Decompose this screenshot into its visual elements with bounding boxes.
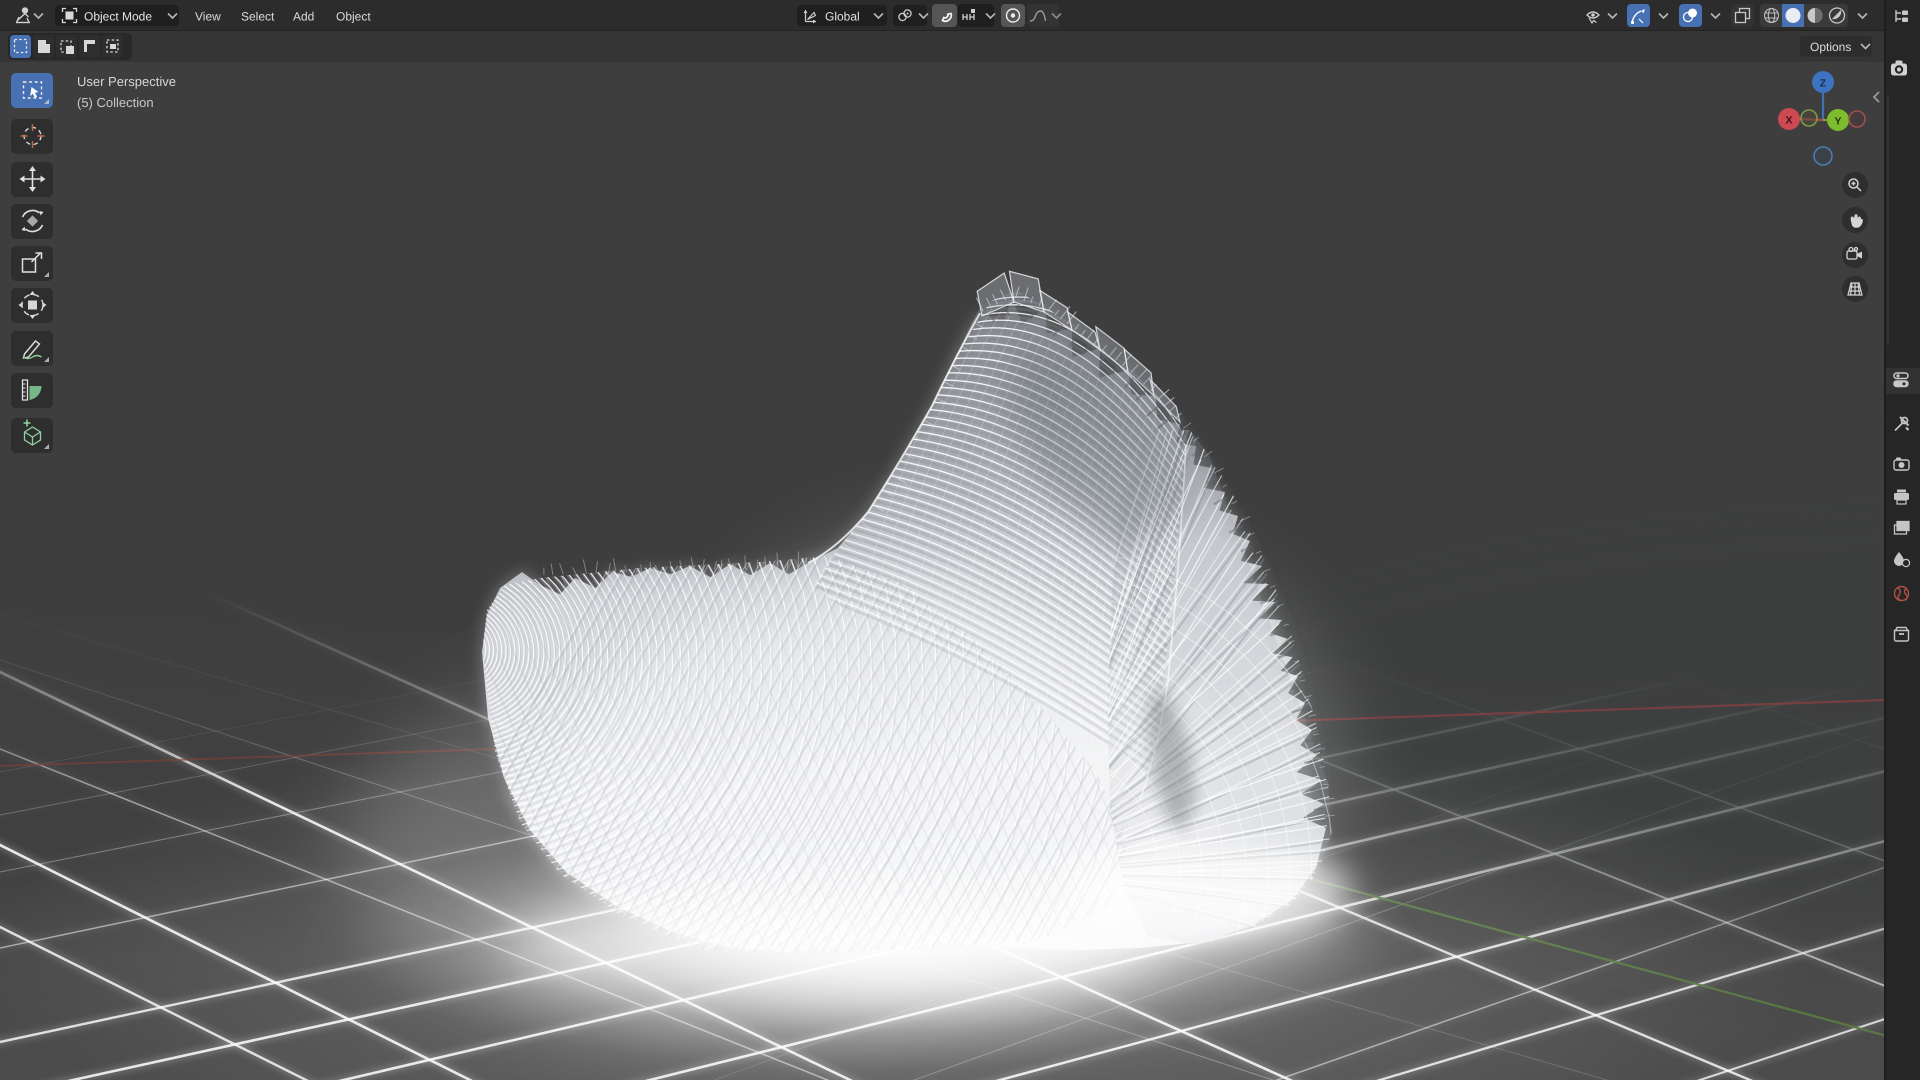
svg-text:X: X bbox=[1785, 115, 1792, 127]
svg-text:Select: Select bbox=[241, 10, 275, 24]
svg-text:Y: Y bbox=[1834, 116, 1841, 128]
svg-text:Global: Global bbox=[825, 10, 860, 24]
svg-text:View: View bbox=[195, 10, 221, 24]
svg-text:User Perspective: User Perspective bbox=[77, 74, 176, 89]
svg-text:Object: Object bbox=[336, 10, 371, 24]
svg-text:Z: Z bbox=[1820, 78, 1827, 90]
svg-text:(5) Collection: (5) Collection bbox=[77, 95, 154, 110]
svg-text:Object Mode: Object Mode bbox=[84, 10, 152, 24]
svg-text:Add: Add bbox=[293, 10, 314, 24]
svg-text:Options: Options bbox=[1810, 40, 1851, 54]
